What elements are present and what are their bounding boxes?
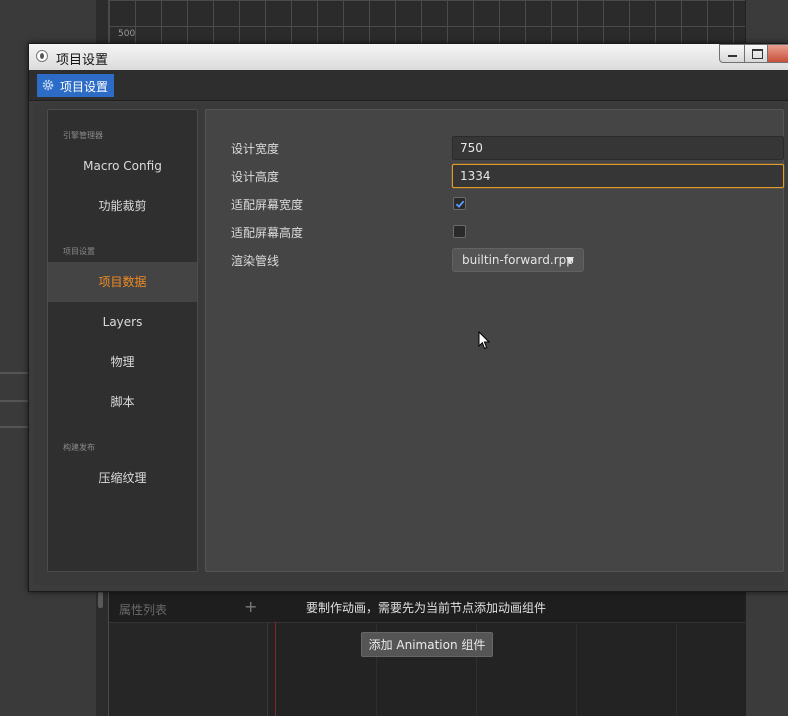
sidebar-item-scripts[interactable]: 脚本: [48, 382, 197, 422]
mouse-pointer-icon: [478, 331, 490, 350]
checkmark-icon: [455, 200, 465, 208]
sidebar-section-project: 项目设置: [63, 247, 95, 256]
sidebar-section-engine: 引擎管理器: [63, 131, 103, 140]
render-pipeline-select[interactable]: builtin-forward.rpp: [452, 248, 584, 272]
fit-width-label: 适配屏幕宽度: [231, 198, 304, 212]
design-height-input[interactable]: [452, 164, 784, 188]
attr-list-label: 属性列表: [119, 603, 168, 617]
design-height-label: 设计高度: [231, 170, 280, 184]
project-settings-window: 项目设置 项目设置 引擎管理器 Macro Config 功能裁剪 项目设置 项…: [28, 43, 788, 592]
add-property-button[interactable]: +: [244, 597, 257, 616]
settings-sidebar: 引擎管理器 Macro Config 功能裁剪 项目设置 项目数据 Layers…: [47, 109, 198, 572]
window-title: 项目设置: [56, 53, 109, 68]
close-button[interactable]: [767, 44, 788, 63]
maximize-button[interactable]: [744, 44, 768, 63]
maximize-icon: [752, 49, 763, 59]
animation-hint-message: 要制作动画，需要先为当前节点添加动画组件: [306, 601, 547, 615]
project-data-panel: 设计宽度 设计高度 适配屏幕宽度 适配屏幕高度 渲染管线 builtin-for…: [205, 109, 784, 572]
sidebar-item-project-data[interactable]: 项目数据: [48, 262, 197, 302]
sidebar-item-feature-crop[interactable]: 功能裁剪: [48, 186, 197, 226]
left-panel-line: [0, 372, 30, 374]
sidebar-item-layers[interactable]: Layers: [48, 302, 197, 342]
sidebar-item-physics[interactable]: 物理: [48, 342, 197, 382]
window-titlebar[interactable]: 项目设置: [29, 44, 788, 70]
fit-height-label: 适配屏幕高度: [231, 226, 304, 240]
dialog-content: 引擎管理器 Macro Config 功能裁剪 项目设置 项目数据 Layers…: [34, 103, 784, 585]
timeline-grid-line: [676, 622, 677, 716]
tab-strip: 项目设置: [29, 70, 788, 101]
left-panel-line: [0, 426, 30, 428]
app-icon: [36, 50, 48, 62]
render-pipeline-value: builtin-forward.rpp: [462, 253, 574, 267]
tab-label: 项目设置: [60, 80, 109, 94]
render-pipeline-label: 渲染管线: [231, 254, 280, 268]
scene-grid[interactable]: [109, 0, 745, 44]
minimize-button[interactable]: [719, 44, 745, 63]
scene-ruler-label: 500: [118, 29, 136, 39]
left-panel-line: [0, 400, 30, 402]
timeline-grid-line: [576, 622, 577, 716]
gear-icon: [42, 79, 54, 91]
sidebar-section-build: 构建发布: [63, 443, 95, 452]
timeline-playhead[interactable]: [275, 622, 276, 716]
fit-height-checkbox[interactable]: [453, 225, 466, 238]
add-animation-component-button[interactable]: 添加 Animation 组件: [361, 632, 493, 657]
chevron-down-icon: [566, 257, 574, 264]
design-width-label: 设计宽度: [231, 142, 280, 156]
sidebar-item-texture-compression[interactable]: 压缩纹理: [48, 458, 197, 498]
tab-project-settings[interactable]: 项目设置: [37, 74, 114, 97]
minimize-icon: [728, 55, 737, 57]
sidebar-item-macro-config[interactable]: Macro Config: [48, 146, 197, 186]
fit-width-checkbox[interactable]: [453, 197, 466, 210]
left-panel-scrollbar-thumb[interactable]: [98, 592, 103, 608]
design-width-input[interactable]: [452, 136, 784, 160]
